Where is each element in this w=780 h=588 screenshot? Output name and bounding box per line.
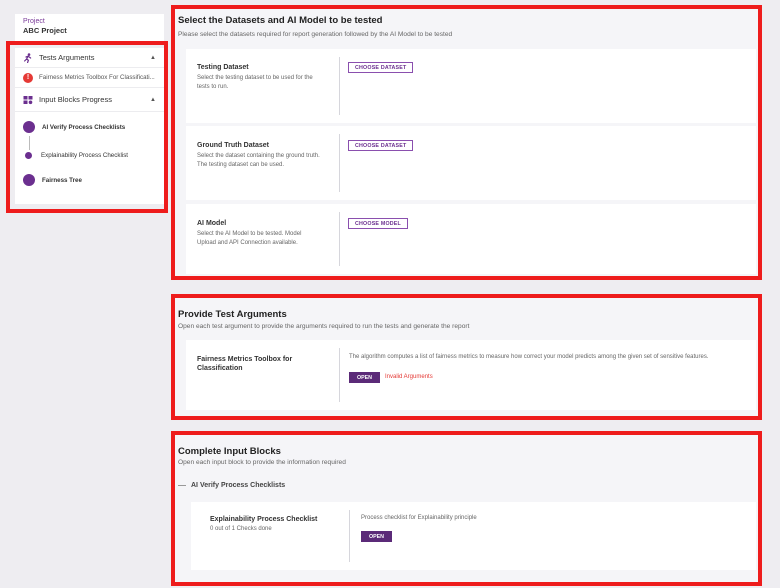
step-label: Fairness Tree bbox=[42, 176, 82, 184]
ai-verify-process-checklists-group[interactable]: AI Verify Process Checklists bbox=[178, 482, 285, 489]
tests-arguments-title: Tests Arguments bbox=[39, 53, 95, 62]
input-blocks-header[interactable]: Input Blocks Progress ▲ bbox=[15, 88, 164, 112]
choose-testing-dataset-button[interactable]: CHOOSE DATASET bbox=[348, 62, 414, 73]
step-label: AI Verify Process Checklists bbox=[42, 123, 126, 131]
project-name: ABC Project bbox=[23, 26, 67, 35]
step-dot-icon bbox=[25, 151, 32, 159]
collapse-dash-icon bbox=[178, 485, 186, 486]
sidebar-item-label: Fairness Metrics Toolbox For Classificat… bbox=[39, 74, 155, 81]
card-title: Explainability Process Checklist bbox=[210, 516, 318, 523]
choose-ground-truth-dataset-button[interactable]: CHOOSE DATASET bbox=[348, 140, 414, 151]
group-title: AI Verify Process Checklists bbox=[191, 482, 286, 489]
step-explainability-process-checklist[interactable]: Explainability Process Checklist bbox=[23, 144, 156, 166]
checks-progress: 0 out of 1 Checks done bbox=[210, 526, 272, 532]
card-description: Select the AI Model to be tested. Model … bbox=[197, 231, 302, 246]
chevron-up-icon[interactable]: ▲ bbox=[150, 55, 156, 61]
card-title: Fairness Metrics Toolbox for Classificat… bbox=[197, 356, 293, 372]
section-title: Complete Input Blocks bbox=[178, 446, 281, 457]
testing-dataset-card: Testing Dataset Select the testing datas… bbox=[186, 49, 756, 123]
card-description: Select the dataset containing the ground… bbox=[197, 153, 320, 168]
blocks-icon bbox=[23, 95, 33, 105]
section-subtitle: Open each input block to provide the inf… bbox=[178, 459, 346, 466]
project-label: Project bbox=[23, 18, 45, 25]
section-title: Select the Datasets and AI Model to be t… bbox=[178, 15, 383, 26]
step-dot-icon bbox=[23, 121, 35, 133]
input-blocks-title: Input Blocks Progress bbox=[39, 95, 112, 104]
choose-model-button[interactable]: CHOOSE MODEL bbox=[348, 218, 408, 229]
step-fairness-tree[interactable]: Fairness Tree bbox=[23, 170, 156, 190]
card-description: The algorithm computes a list of fairnes… bbox=[349, 354, 709, 360]
step-ai-verify-process-checklists[interactable]: AI Verify Process Checklists bbox=[23, 118, 156, 136]
fairness-metrics-card: Fairness Metrics Toolbox for Classificat… bbox=[186, 340, 756, 410]
explainability-checklist-card: Explainability Process Checklist 0 out o… bbox=[191, 502, 756, 570]
tests-arguments-header[interactable]: Tests Arguments ▲ bbox=[15, 48, 164, 68]
card-description: Select the testing dataset to be used fo… bbox=[197, 75, 313, 90]
open-input-block-button[interactable]: OPEN bbox=[361, 531, 393, 542]
test-arguments-section: Provide Test Arguments Open each test ar… bbox=[172, 297, 759, 417]
card-title: Ground Truth Dataset bbox=[197, 142, 269, 149]
chevron-up-icon[interactable]: ▲ bbox=[150, 97, 156, 103]
ai-model-card: AI Model Select the AI Model to be teste… bbox=[186, 204, 756, 274]
invalid-arguments-status: Invalid Arguments bbox=[385, 374, 433, 380]
error-icon: ! bbox=[23, 72, 33, 83]
input-blocks-section: Complete Input Blocks Open each input bl… bbox=[172, 434, 759, 584]
card-title: AI Model bbox=[197, 220, 227, 227]
section-subtitle: Open each test argument to provide the a… bbox=[178, 323, 470, 330]
input-blocks-steps: AI Verify Process Checklists Explainabil… bbox=[15, 112, 164, 196]
section-subtitle: Please select the datasets required for … bbox=[178, 31, 453, 38]
running-person-icon bbox=[23, 52, 33, 63]
ground-truth-dataset-card: Ground Truth Dataset Select the dataset … bbox=[186, 126, 756, 200]
section-title: Provide Test Arguments bbox=[178, 309, 287, 320]
step-dot-icon bbox=[23, 174, 35, 186]
project-card: Project ABC Project bbox=[15, 14, 164, 44]
card-title: Testing Dataset bbox=[197, 64, 249, 71]
card-description: Process checklist for Explainability pri… bbox=[361, 515, 477, 521]
sidebar-progress-panel: Tests Arguments ▲ ! Fairness Metrics Too… bbox=[15, 48, 164, 204]
datasets-model-section: Select the Datasets and AI Model to be t… bbox=[172, 8, 759, 277]
sidebar-item-fairness-metrics[interactable]: ! Fairness Metrics Toolbox For Classific… bbox=[15, 68, 164, 88]
open-test-argument-button[interactable]: OPEN bbox=[349, 372, 381, 383]
step-label: Explainability Process Checklist bbox=[41, 151, 129, 159]
